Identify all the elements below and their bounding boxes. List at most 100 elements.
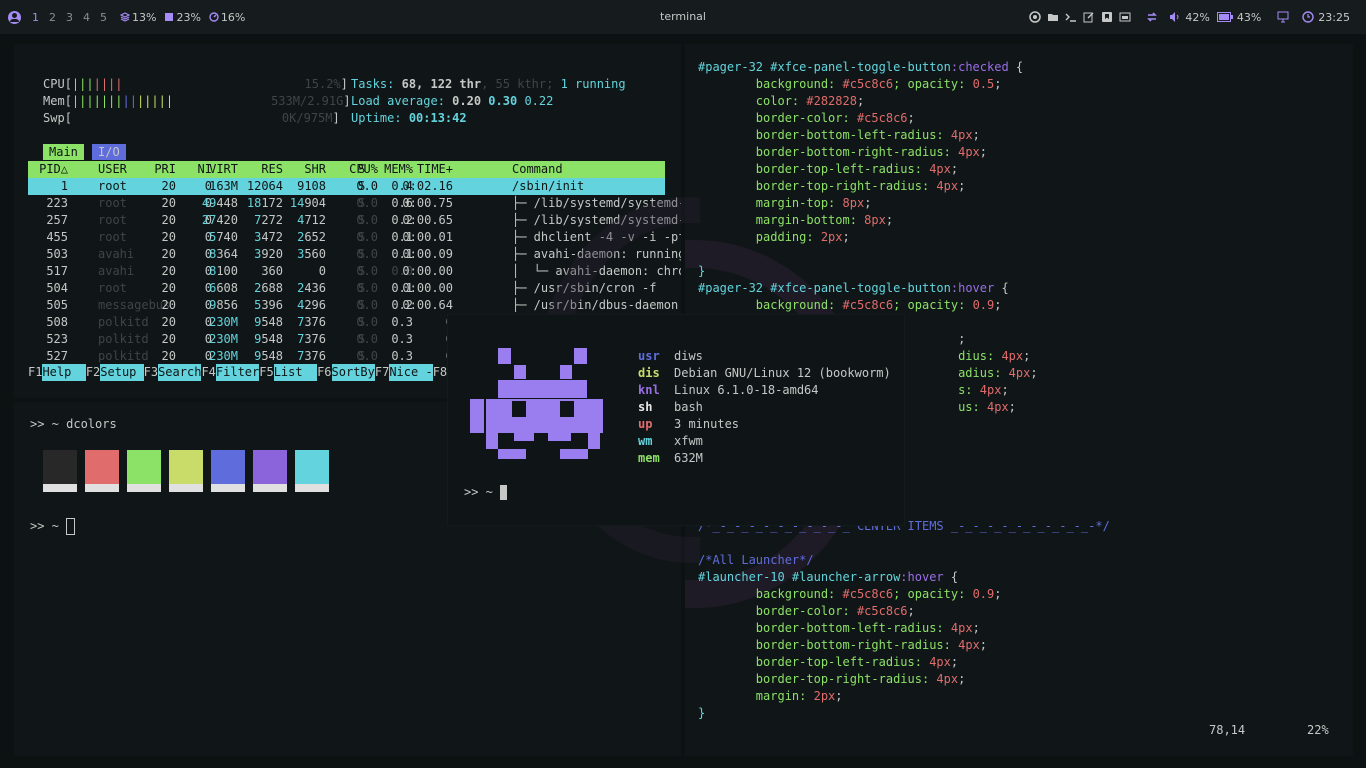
battery-icon[interactable] bbox=[1216, 11, 1233, 23]
cell-pid: 523 bbox=[46, 332, 68, 346]
memory-stat-value: 23% bbox=[176, 10, 201, 24]
cell-time: 0:00.65 bbox=[402, 213, 453, 227]
disk-stat[interactable]: 16% bbox=[209, 11, 245, 24]
shell-prompt[interactable]: >> ~ bbox=[30, 518, 76, 535]
refresh-icon[interactable] bbox=[1146, 11, 1158, 23]
cell-shr: 7376 bbox=[297, 332, 326, 346]
fkey-f6[interactable]: F6 bbox=[317, 364, 331, 381]
cell-pid: 257 bbox=[46, 213, 68, 227]
cell-time: 0:02.16 bbox=[402, 179, 453, 193]
cell-virt: 230M bbox=[209, 332, 238, 346]
cell-res: 12064 bbox=[246, 179, 283, 193]
cell-cpu: 0.0 bbox=[356, 315, 378, 329]
clock[interactable]: 23:25 bbox=[1318, 11, 1350, 24]
fkey-f4[interactable]: F4 bbox=[201, 364, 215, 381]
code-line: margin: 2px; bbox=[698, 689, 843, 703]
display-icon[interactable] bbox=[1277, 11, 1289, 23]
workspace-1[interactable]: 1 bbox=[32, 11, 39, 24]
cell-cmd: ├─ /lib/systemd/systemd- bbox=[512, 213, 681, 227]
code-line: #pager-32 #xfce-panel-toggle-button:hove… bbox=[698, 281, 1009, 295]
battery-value: 43% bbox=[1236, 10, 1262, 24]
code-line: border-top-left-radius: 4px; bbox=[698, 162, 959, 176]
fkey-label[interactable]: Setup bbox=[100, 364, 144, 381]
code-line: margin-top: 8px; bbox=[698, 196, 872, 210]
cell-shr: 7376 bbox=[297, 315, 326, 329]
volume-icon[interactable] bbox=[1169, 11, 1181, 23]
process-row[interactable]: 1 root 20 0 163M 12064 9108 S 0.0 0.4 0:02.16/sbin… bbox=[28, 178, 665, 195]
cell-pri: 20 bbox=[161, 179, 176, 193]
code-line: color: #282828; bbox=[698, 94, 865, 108]
process-row[interactable]: 223 root 20 0 49448 18172 14904 S 0.0 0.6 0:00.75 ├… bbox=[28, 195, 681, 212]
folder-icon[interactable] bbox=[1047, 11, 1059, 23]
process-row[interactable]: 504 root 20 0 6608 2688 2436 S 0.0 0.1 0:00.00 ├─ /… bbox=[28, 280, 665, 297]
fetch-prompt[interactable]: >> ~ bbox=[464, 484, 508, 501]
bookmark-icon[interactable] bbox=[1101, 11, 1113, 23]
user-menu-icon[interactable] bbox=[8, 10, 21, 24]
cell-shr: 2436 bbox=[297, 281, 326, 295]
cell-pid: 503 bbox=[46, 247, 68, 261]
code-line: #launcher-10 #launcher-arrow:hover { bbox=[698, 570, 959, 584]
cell-res: 7272 bbox=[254, 213, 283, 227]
color-swatch bbox=[295, 450, 329, 492]
process-row[interactable]: 455 root 20 0 5740 3472 2652 S 0.0 0.1 0:00.01 ├─ d… bbox=[28, 229, 681, 246]
tab-io[interactable]: I/O bbox=[92, 144, 126, 160]
cell-virt: 163M bbox=[209, 179, 238, 193]
color-swatch bbox=[43, 450, 77, 492]
workspace-5[interactable]: 5 bbox=[100, 11, 107, 24]
cell-pri: 20 bbox=[161, 213, 176, 227]
fkey-f8[interactable]: F8 bbox=[433, 364, 447, 381]
cell-pri: 20 bbox=[161, 281, 176, 295]
fkey-label[interactable]: Search bbox=[158, 364, 202, 381]
code-line: background: #c5c8c6; opacity: 0.5; bbox=[698, 77, 1002, 91]
cell-pid: 508 bbox=[46, 315, 68, 329]
cell-pri: 20 bbox=[161, 349, 176, 363]
workspace-2[interactable]: 2 bbox=[49, 11, 56, 24]
fkey-f7[interactable]: F7 bbox=[375, 364, 389, 381]
fkey-label[interactable]: SortBy bbox=[331, 364, 375, 381]
fkey-label[interactable]: Nice - bbox=[389, 364, 433, 381]
fkey-f1[interactable]: F1 bbox=[28, 364, 42, 381]
fkey-label[interactable]: Filter bbox=[215, 364, 260, 381]
image-icon[interactable] bbox=[1119, 11, 1131, 23]
fkey-f2[interactable]: F2 bbox=[86, 364, 100, 381]
cell-shr: 9108 bbox=[297, 179, 326, 193]
workspace-4[interactable]: 4 bbox=[83, 11, 90, 24]
command-line: >> ~ dcolors bbox=[30, 417, 117, 431]
process-row[interactable]: 257 root 20 0 27420 7272 4712 S 0.0 0.2 0:00.65 ├─ … bbox=[28, 212, 681, 229]
fkey-label[interactable]: List bbox=[273, 364, 318, 381]
prompt-text: >> ~ bbox=[30, 519, 59, 533]
fetch-terminal[interactable]: usr diws dis Debian GNU/Linux 12 (bookworm)… bbox=[448, 315, 904, 525]
cell-time: 0:00.00 bbox=[402, 264, 453, 278]
info-value-wm: xfwm bbox=[674, 434, 703, 448]
workspace-3[interactable]: 3 bbox=[66, 11, 73, 24]
process-row[interactable]: 505 messagebus 20 0 9856 5396 4296 S 0.0 0.2 0:00.… bbox=[28, 297, 678, 314]
cpu-stat[interactable]: 13% bbox=[120, 11, 156, 24]
info-label-usr: usr bbox=[638, 349, 660, 363]
edit-icon[interactable] bbox=[1083, 11, 1095, 23]
cell-virt: 8100 bbox=[209, 264, 238, 278]
cell-user: root bbox=[98, 213, 127, 227]
info-label-sh: sh bbox=[638, 400, 653, 414]
cpu-meter-value: 15.2% bbox=[304, 77, 341, 91]
cell-res: 9548 bbox=[254, 349, 283, 363]
clock-icon bbox=[1302, 11, 1314, 23]
fkey-label[interactable]: Help bbox=[42, 364, 86, 381]
cell-user: avahi bbox=[98, 264, 135, 278]
terminal-icon[interactable] bbox=[1065, 11, 1077, 23]
tab-main[interactable]: Main bbox=[43, 144, 84, 160]
chrome-icon[interactable] bbox=[1029, 11, 1042, 23]
process-table-header[interactable]: PID△ USER PRI NI VIRT RES SHR S CPU% MEM% TIME+ Com… bbox=[28, 161, 665, 178]
process-row[interactable]: 503 avahi 20 0 8364 3920 3560 S 0.0 0.1 0:00.09 ├─ … bbox=[28, 246, 681, 263]
cell-pid: 504 bbox=[46, 281, 68, 295]
column-header-pri: PRI bbox=[154, 162, 176, 176]
cell-cpu: 0.0 bbox=[356, 213, 378, 227]
fkey-f5[interactable]: F5 bbox=[259, 364, 273, 381]
code-line: /*All Launcher*/ bbox=[698, 553, 814, 567]
code-line: border-bottom-right-radius: 4px; bbox=[698, 145, 988, 159]
memory-stat[interactable]: 23% bbox=[164, 10, 201, 24]
process-row[interactable]: 517 avahi 20 0 8100 360 0 S 0.0 0.0 0:00.00 │ └─ av… bbox=[28, 263, 681, 280]
cell-res: 9548 bbox=[254, 315, 283, 329]
fkey-f3[interactable]: F3 bbox=[144, 364, 158, 381]
cpu-meter: CPU[||||||| 15.2%] bbox=[43, 77, 348, 91]
info-value-up: 3 minutes bbox=[674, 417, 740, 431]
